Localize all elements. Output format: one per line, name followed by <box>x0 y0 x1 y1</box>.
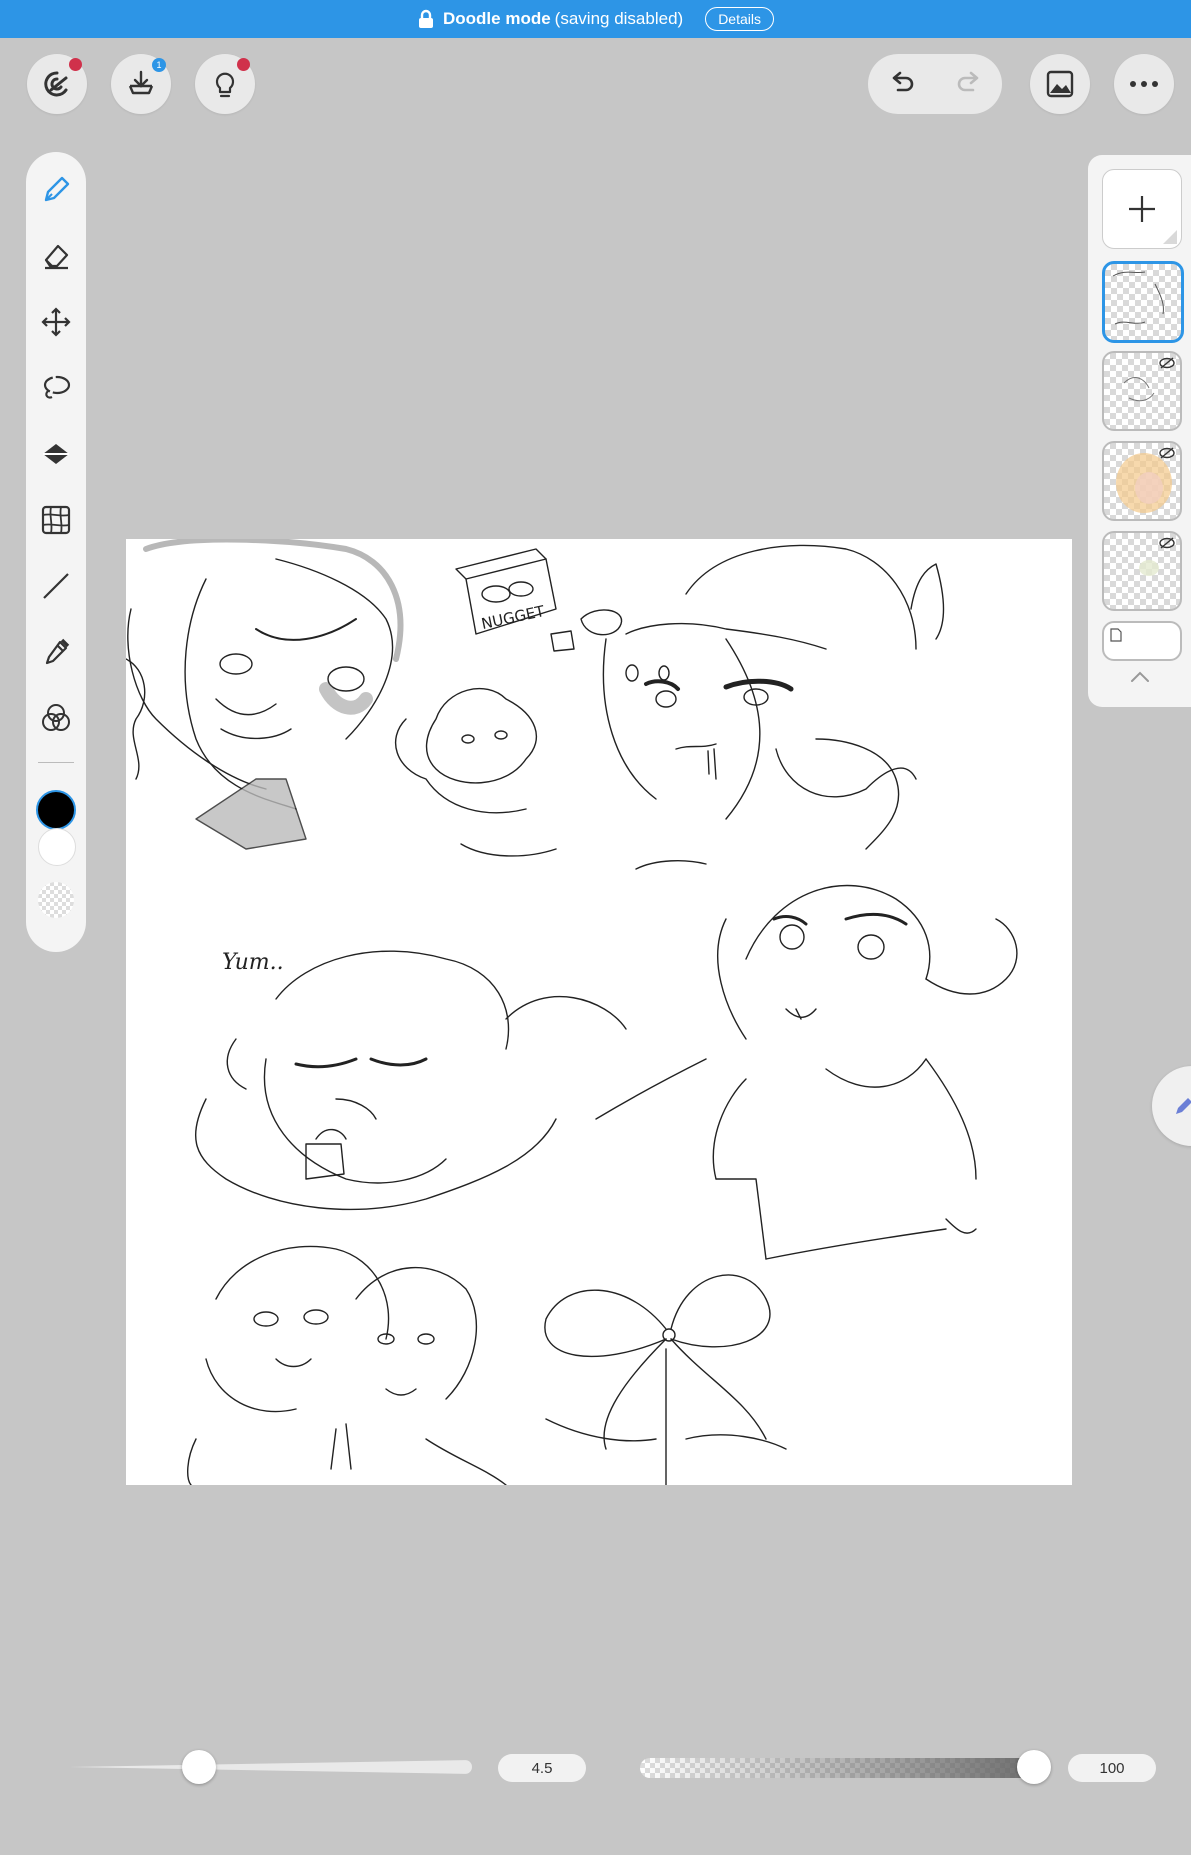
sketch-head-topleft <box>126 539 404 850</box>
banner-subtitle: (saving disabled) <box>554 9 684 28</box>
drawing-canvas[interactable]: NUGGET Yum.. <box>126 539 1072 1485</box>
more-icon <box>1130 81 1158 87</box>
banner-mode-text: Doodle mode <box>443 9 551 28</box>
toolbar-divider <box>38 762 74 763</box>
sketch-cat-girl <box>602 544 945 870</box>
lasso-icon <box>43 375 71 399</box>
transparent-color-swatch[interactable] <box>38 882 74 918</box>
gallery-button[interactable] <box>1030 54 1090 114</box>
line-icon <box>43 573 69 599</box>
undo-icon[interactable] <box>886 68 918 100</box>
hidden-eye-icon <box>1159 537 1175 549</box>
eraser-tool[interactable] <box>38 238 74 274</box>
eyedropper-icon <box>45 638 70 665</box>
main-color-swatch[interactable] <box>36 790 76 830</box>
plus-icon <box>1129 196 1155 222</box>
brush-opacity-value[interactable]: 100 <box>1068 1754 1156 1782</box>
sketch-curly-head-small <box>395 687 557 857</box>
yum-text: Yum.. <box>222 950 284 975</box>
paper-layer[interactable] <box>1102 621 1182 661</box>
sketch-artwork: NUGGET Yum.. <box>126 539 1018 1485</box>
pen-icon <box>1176 1098 1191 1114</box>
tool-palette <box>26 152 86 952</box>
move-tool[interactable] <box>38 304 74 340</box>
color-mix-tool[interactable] <box>38 700 74 736</box>
eraser-icon <box>44 244 69 270</box>
chevron-up-icon[interactable] <box>1126 667 1154 687</box>
fill-tool[interactable] <box>38 436 74 472</box>
lock-icon <box>419 9 433 28</box>
sketch-bottom-group <box>187 1245 787 1485</box>
paper-icon <box>1110 628 1122 642</box>
sub-color-swatch[interactable] <box>38 828 76 866</box>
hidden-eye-icon <box>1159 357 1175 369</box>
layer-corner-fold <box>1163 230 1177 244</box>
layer-panel <box>1088 155 1191 707</box>
layer-thumbnail-4[interactable] <box>1102 531 1182 611</box>
layer-preview <box>1112 271 1164 325</box>
add-layer-button[interactable] <box>1102 169 1182 249</box>
redo-icon[interactable] <box>953 68 985 100</box>
lightbulb-icon <box>215 72 235 98</box>
undo-redo-group <box>868 54 1002 114</box>
gallery-icon <box>1046 70 1074 98</box>
brush-opacity-knob[interactable] <box>1017 1750 1051 1784</box>
layer-thumbnail-1[interactable] <box>1102 261 1184 343</box>
transform-tool[interactable] <box>38 502 74 538</box>
details-button[interactable]: Details <box>705 7 774 31</box>
clip-studio-button[interactable] <box>27 54 87 114</box>
notification-dot <box>69 58 82 71</box>
brush-size-knob[interactable] <box>181 1750 216 1784</box>
sketch-nugget-box: NUGGET <box>455 548 670 682</box>
sketch-yum-girl: Yum.. <box>194 950 707 1211</box>
layer-thumbnail-3[interactable] <box>1102 441 1182 521</box>
brush-opacity-slider[interactable] <box>640 1758 1042 1778</box>
lasso-tool[interactable] <box>38 370 74 406</box>
fill-icon <box>43 444 69 464</box>
nugget-label: NUGGET <box>480 602 547 633</box>
side-pen-button[interactable] <box>1152 1066 1191 1146</box>
color-mix-icon <box>42 704 70 731</box>
tips-button[interactable] <box>195 54 255 114</box>
download-tray-icon <box>128 70 154 95</box>
line-tool[interactable] <box>38 568 74 604</box>
more-button[interactable] <box>1114 54 1174 114</box>
brush-size-value[interactable]: 4.5 <box>498 1754 586 1782</box>
layer-thumbnail-2[interactable] <box>1102 351 1182 431</box>
import-button[interactable]: 1 <box>111 54 171 114</box>
eyedropper-tool[interactable] <box>38 634 74 670</box>
grid-transform-icon <box>41 505 71 535</box>
notification-dot <box>237 58 250 71</box>
sketch-shirt-girl <box>712 884 1018 1260</box>
clip-studio-icon <box>44 71 68 97</box>
pen-icon <box>44 176 70 202</box>
pen-tool[interactable] <box>38 172 74 208</box>
doodle-mode-banner: Doodle mode (saving disabled) Details <box>0 0 1191 38</box>
move-icon <box>41 307 71 337</box>
update-badge: 1 <box>152 58 166 72</box>
brush-size-slider[interactable] <box>70 1760 472 1774</box>
hidden-eye-icon <box>1159 447 1175 459</box>
